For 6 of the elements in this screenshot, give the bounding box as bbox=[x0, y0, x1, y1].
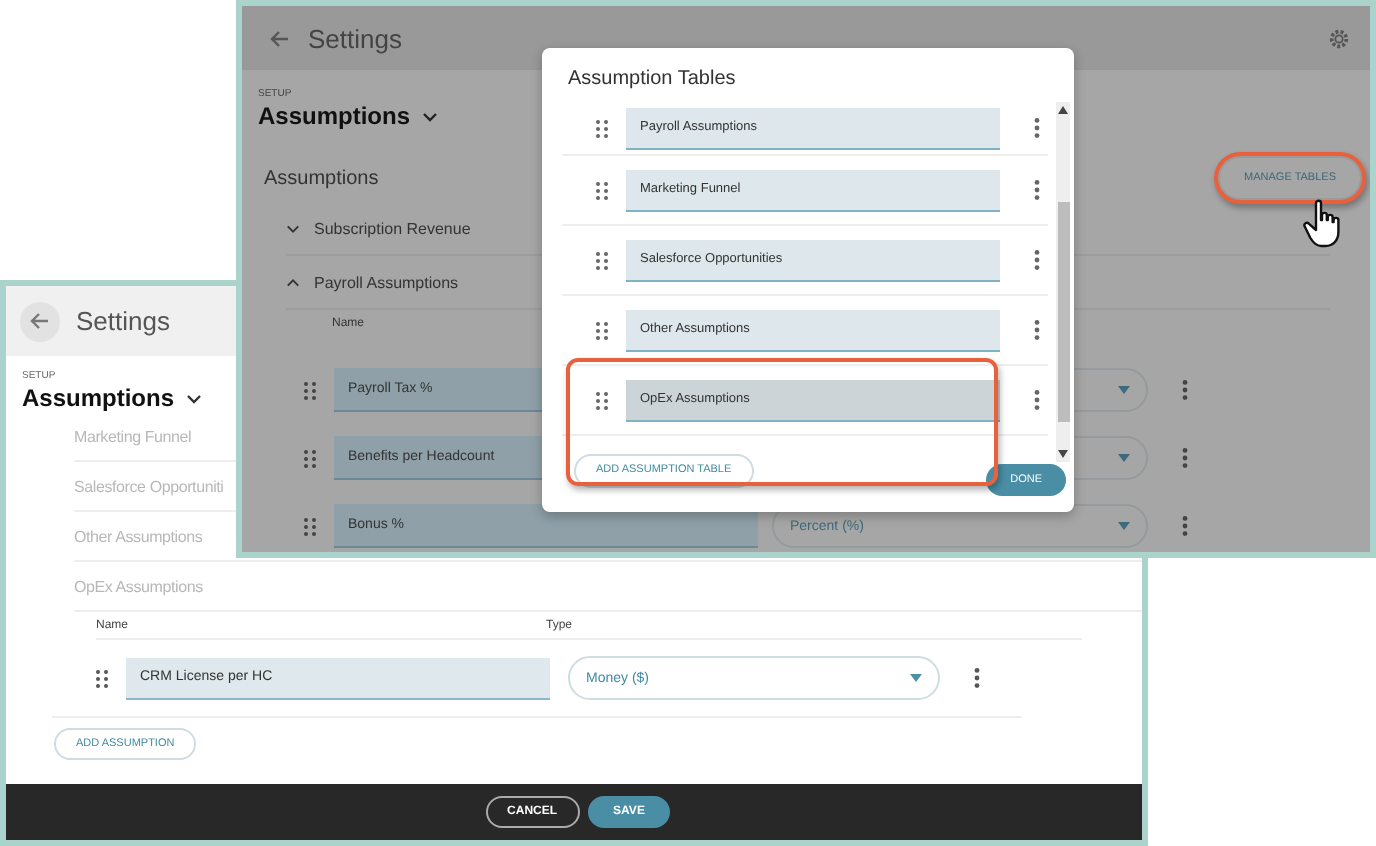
window-title: Settings bbox=[308, 23, 402, 53]
window-title: Settings bbox=[76, 306, 170, 336]
page-title: Assumptions bbox=[258, 102, 411, 130]
page-title: Assumptions bbox=[22, 384, 175, 412]
dialog-title: Assumption Tables bbox=[568, 68, 738, 94]
panel-title: Assumptions bbox=[264, 167, 379, 189]
